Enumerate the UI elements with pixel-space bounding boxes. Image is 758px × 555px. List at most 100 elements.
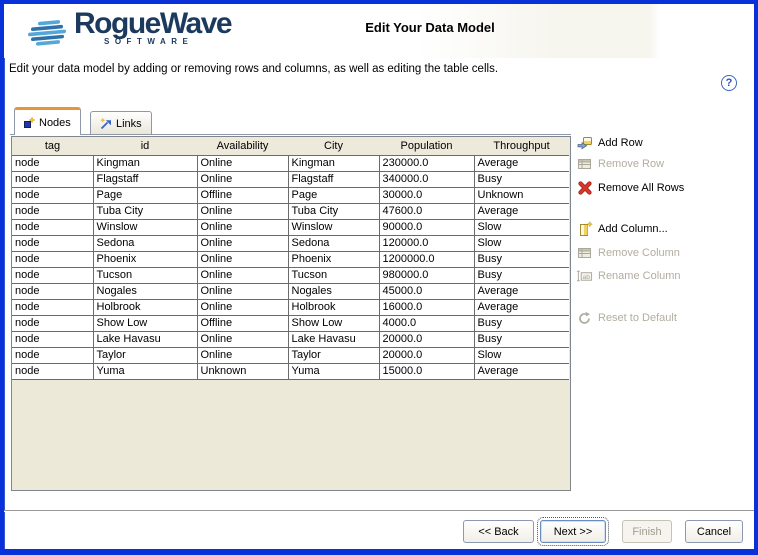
help-icon[interactable]: ? (721, 75, 737, 91)
table-cell[interactable]: node (12, 219, 93, 235)
table-cell[interactable]: Flagstaff (288, 171, 379, 187)
remove-all-rows-button[interactable]: Remove All Rows (576, 179, 684, 197)
table-cell[interactable]: Unknown (474, 187, 569, 203)
table-cell[interactable]: Online (197, 331, 288, 347)
table-cell[interactable]: Tucson (93, 267, 197, 283)
table-row[interactable]: nodeFlagstaffOnlineFlagstaff340000.0Busy (12, 171, 569, 187)
table-row[interactable]: nodeTucsonOnlineTucson980000.0Busy (12, 267, 569, 283)
table-cell[interactable]: Online (197, 219, 288, 235)
table-cell[interactable]: node (12, 203, 93, 219)
table-cell[interactable]: 47600.0 (379, 203, 474, 219)
table-cell[interactable]: Lake Havasu (93, 331, 197, 347)
tab-links[interactable]: Links (90, 111, 152, 135)
table-cell[interactable]: 16000.0 (379, 299, 474, 315)
table-cell[interactable]: Average (474, 283, 569, 299)
table-cell[interactable]: Taylor (288, 347, 379, 363)
column-header[interactable]: Throughput (474, 137, 569, 155)
table-cell[interactable]: Page (93, 187, 197, 203)
table-row[interactable]: nodePageOfflinePage30000.0Unknown (12, 187, 569, 203)
table-cell[interactable]: 340000.0 (379, 171, 474, 187)
table-cell[interactable]: Winslow (93, 219, 197, 235)
table-cell[interactable]: node (12, 171, 93, 187)
table-cell[interactable]: 1200000.0 (379, 251, 474, 267)
table-cell[interactable]: Yuma (288, 363, 379, 379)
table-cell[interactable]: Average (474, 299, 569, 315)
table-cell[interactable]: 20000.0 (379, 347, 474, 363)
table-cell[interactable]: Yuma (93, 363, 197, 379)
table-cell[interactable]: Unknown (197, 363, 288, 379)
table-cell[interactable]: Kingman (93, 155, 197, 171)
table-cell[interactable]: 30000.0 (379, 187, 474, 203)
table-cell[interactable]: Busy (474, 251, 569, 267)
table-cell[interactable]: Lake Havasu (288, 331, 379, 347)
table-cell[interactable]: Online (197, 171, 288, 187)
table-cell[interactable]: node (12, 363, 93, 379)
column-header[interactable]: id (93, 137, 197, 155)
table-row[interactable]: nodePhoenixOnlinePhoenix1200000.0Busy (12, 251, 569, 267)
table-cell[interactable]: Kingman (288, 155, 379, 171)
table-cell[interactable]: Online (197, 235, 288, 251)
tab-nodes[interactable]: Nodes (14, 107, 81, 135)
table-row[interactable]: nodeShow LowOfflineShow Low4000.0Busy (12, 315, 569, 331)
table-cell[interactable]: Busy (474, 331, 569, 347)
table-cell[interactable]: Busy (474, 315, 569, 331)
table-cell[interactable]: Average (474, 363, 569, 379)
table-cell[interactable]: Show Low (93, 315, 197, 331)
table-cell[interactable]: node (12, 187, 93, 203)
table-row[interactable]: nodeTuba CityOnlineTuba City47600.0Avera… (12, 203, 569, 219)
table-cell[interactable]: Online (197, 251, 288, 267)
table-cell[interactable]: Winslow (288, 219, 379, 235)
table-row[interactable]: nodeSedonaOnlineSedona120000.0Slow (12, 235, 569, 251)
table-cell[interactable]: 4000.0 (379, 315, 474, 331)
table-row[interactable]: nodeYumaUnknownYuma15000.0Average (12, 363, 569, 379)
back-button[interactable]: << Back (463, 520, 534, 543)
table-cell[interactable]: 15000.0 (379, 363, 474, 379)
table-cell[interactable]: 20000.0 (379, 331, 474, 347)
table-cell[interactable]: Average (474, 203, 569, 219)
table-cell[interactable]: node (12, 267, 93, 283)
table-cell[interactable]: Online (197, 267, 288, 283)
table-cell[interactable]: Sedona (288, 235, 379, 251)
table-cell[interactable]: node (12, 315, 93, 331)
table-row[interactable]: nodeHolbrookOnlineHolbrook16000.0Average (12, 299, 569, 315)
table-row[interactable]: nodeNogalesOnlineNogales45000.0Average (12, 283, 569, 299)
add-row-button[interactable]: Add Row (576, 134, 643, 152)
table-cell[interactable]: Slow (474, 235, 569, 251)
table-cell[interactable]: Phoenix (288, 251, 379, 267)
table-cell[interactable]: node (12, 299, 93, 315)
table-cell[interactable]: Busy (474, 267, 569, 283)
table-row[interactable]: nodeWinslowOnlineWinslow90000.0Slow (12, 219, 569, 235)
table-cell[interactable]: 230000.0 (379, 155, 474, 171)
table-cell[interactable]: Average (474, 155, 569, 171)
table-cell[interactable]: 120000.0 (379, 235, 474, 251)
table-cell[interactable]: Offline (197, 315, 288, 331)
table-cell[interactable]: Show Low (288, 315, 379, 331)
table-cell[interactable]: Online (197, 203, 288, 219)
column-header[interactable]: Availability (197, 137, 288, 155)
table-cell[interactable]: Tucson (288, 267, 379, 283)
column-header[interactable]: Population (379, 137, 474, 155)
table-cell[interactable]: node (12, 331, 93, 347)
table-cell[interactable]: Offline (197, 187, 288, 203)
table-cell[interactable]: Tuba City (288, 203, 379, 219)
table-cell[interactable]: Slow (474, 219, 569, 235)
table-cell[interactable]: Holbrook (93, 299, 197, 315)
table-cell[interactable]: Taylor (93, 347, 197, 363)
table-cell[interactable]: Sedona (93, 235, 197, 251)
table-cell[interactable]: Nogales (93, 283, 197, 299)
column-header[interactable]: City (288, 137, 379, 155)
table-cell[interactable]: node (12, 235, 93, 251)
table-cell[interactable]: Online (197, 283, 288, 299)
table-row[interactable]: nodeKingmanOnlineKingman230000.0Average (12, 155, 569, 171)
table-cell[interactable]: Phoenix (93, 251, 197, 267)
table-cell[interactable]: Page (288, 187, 379, 203)
table-cell[interactable]: Online (197, 155, 288, 171)
table-cell[interactable]: Holbrook (288, 299, 379, 315)
table-cell[interactable]: node (12, 347, 93, 363)
add-column-button[interactable]: Add Column... (576, 220, 668, 238)
table-cell[interactable]: Busy (474, 171, 569, 187)
table-cell[interactable]: 980000.0 (379, 267, 474, 283)
table-cell[interactable]: 90000.0 (379, 219, 474, 235)
table-cell[interactable]: node (12, 283, 93, 299)
table-cell[interactable]: node (12, 155, 93, 171)
